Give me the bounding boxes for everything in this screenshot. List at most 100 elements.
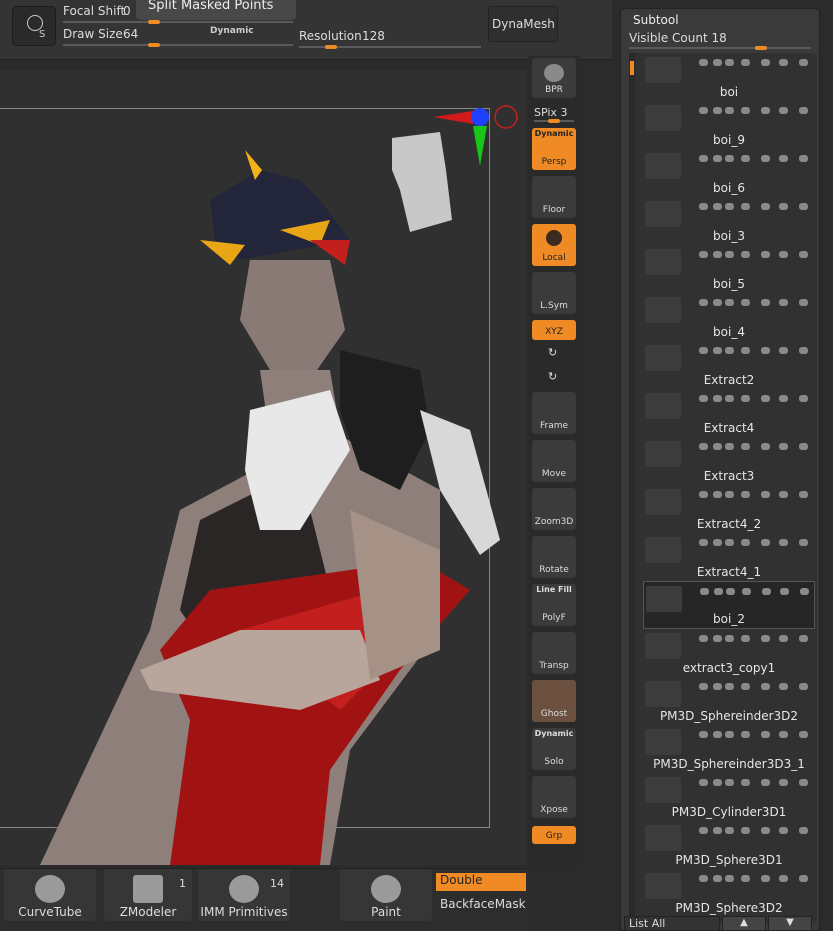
subtool-controls[interactable] [699,490,817,500]
subtool-control-icon[interactable] [741,779,750,786]
subtool-control-icon[interactable] [799,443,808,450]
subtool-control-icon[interactable] [779,347,788,354]
subtool-control-icon[interactable] [725,443,734,450]
subtool-control-icon[interactable] [725,107,734,114]
grp-button[interactable]: Grp [532,826,576,844]
y-rotate-icon[interactable]: ↻ [548,346,557,359]
subtool-controls[interactable] [699,346,817,356]
ghost-button[interactable]: Ghost [532,680,576,722]
subtool-control-icon[interactable] [699,107,708,114]
subtool-control-icon[interactable] [761,59,770,66]
subtool-control-icon[interactable] [741,299,750,306]
subtool-control-icon[interactable] [713,443,722,450]
subtool-row[interactable]: boi_9 [643,101,815,149]
subtool-control-icon[interactable] [761,731,770,738]
subtool-control-icon[interactable] [779,107,788,114]
subtool-control-icon[interactable] [713,827,722,834]
subtool-control-icon[interactable] [741,539,750,546]
subtool-control-icon[interactable] [725,395,734,402]
frame-button[interactable]: Frame [532,392,576,434]
persp-button[interactable]: Dynamic Persp [532,128,576,170]
subtool-control-icon[interactable] [713,347,722,354]
subtool-control-icon[interactable] [725,491,734,498]
subtool-control-icon[interactable] [741,155,750,162]
subtool-controls[interactable] [699,826,817,836]
subtool-control-icon[interactable] [699,347,708,354]
subtool-control-icon[interactable] [699,539,708,546]
subtool-control-icon[interactable] [725,155,734,162]
subtool-control-icon[interactable] [779,635,788,642]
subtool-row[interactable]: boi_2 [643,581,815,629]
subtool-control-icon[interactable] [762,588,771,595]
subtool-control-icon[interactable] [779,59,788,66]
subtool-controls[interactable] [699,154,817,164]
imm-primitives-button[interactable]: 14 IMM Primitives [198,869,290,921]
subtool-control-icon[interactable] [713,107,722,114]
subtool-controls[interactable] [699,298,817,308]
subtool-control-icon[interactable] [713,299,722,306]
subtool-control-icon[interactable] [699,395,708,402]
subtool-control-icon[interactable] [779,779,788,786]
subtool-control-icon[interactable] [799,827,808,834]
subtool-control-icon[interactable] [742,588,751,595]
zoom3d-button[interactable]: Zoom3D [532,488,576,530]
subtool-control-icon[interactable] [741,875,750,882]
draw-size-slider[interactable] [63,43,293,47]
subtool-control-icon[interactable] [741,203,750,210]
subtool-control-icon[interactable] [761,635,770,642]
subtool-control-icon[interactable] [799,683,808,690]
subtool-control-icon[interactable] [699,683,708,690]
subtool-control-icon[interactable] [699,203,708,210]
subtool-row[interactable]: extract3_copy1 [643,629,815,677]
subtool-control-icon[interactable] [799,299,808,306]
subtool-control-icon[interactable] [761,875,770,882]
subtool-control-icon[interactable] [713,395,722,402]
subtool-control-icon[interactable] [799,491,808,498]
subtool-control-icon[interactable] [779,875,788,882]
subtool-control-icon[interactable] [741,347,750,354]
subtool-control-icon[interactable] [726,588,735,595]
subtool-row[interactable]: boi_6 [643,149,815,197]
subtool-control-icon[interactable] [700,588,709,595]
subtool-control-icon[interactable] [699,155,708,162]
subtool-control-icon[interactable] [699,779,708,786]
local-button[interactable]: Local [532,224,576,266]
subtool-row[interactable]: PM3D_Sphere3D2 [643,869,815,917]
subtool-controls[interactable] [699,682,817,692]
subtool-control-icon[interactable] [799,875,808,882]
list-all-button[interactable]: List All [624,916,720,931]
subtool-control-icon[interactable] [761,107,770,114]
subtool-control-icon[interactable] [725,731,734,738]
double-button[interactable]: Double [436,873,526,891]
subtool-control-icon[interactable] [741,683,750,690]
subtool-control-icon[interactable] [699,875,708,882]
subtool-row[interactable]: Extract4_1 [643,533,815,581]
subtool-control-icon[interactable] [779,683,788,690]
subtool-control-icon[interactable] [779,443,788,450]
subtool-control-icon[interactable] [799,251,808,258]
subtool-row[interactable]: Extract4_2 [643,485,815,533]
dynamesh-button[interactable]: DynaMesh [488,6,558,42]
subtool-row[interactable]: Extract3 [643,437,815,485]
subtool-row[interactable]: Extract2 [643,341,815,389]
subtool-control-icon[interactable] [725,59,734,66]
subtool-control-icon[interactable] [713,779,722,786]
subtool-control-icon[interactable] [725,779,734,786]
subtool-control-icon[interactable] [713,251,722,258]
subtool-control-icon[interactable] [699,59,708,66]
subtool-scrollbar[interactable] [629,53,635,923]
subtool-controls[interactable] [699,250,817,260]
subtool-control-icon[interactable] [799,155,808,162]
subtool-control-icon[interactable] [799,635,808,642]
subtool-controls[interactable] [699,778,817,788]
brush-settings-button[interactable]: S [12,6,56,46]
subtool-control-icon[interactable] [799,107,808,114]
focal-shift-slider[interactable] [63,20,293,24]
subtool-controls[interactable] [699,874,817,884]
subtool-control-icon[interactable] [779,155,788,162]
subtool-control-icon[interactable] [761,443,770,450]
spix-slider[interactable] [534,119,574,123]
subtool-control-icon[interactable] [713,491,722,498]
subtool-control-icon[interactable] [741,59,750,66]
subtool-control-icon[interactable] [761,155,770,162]
